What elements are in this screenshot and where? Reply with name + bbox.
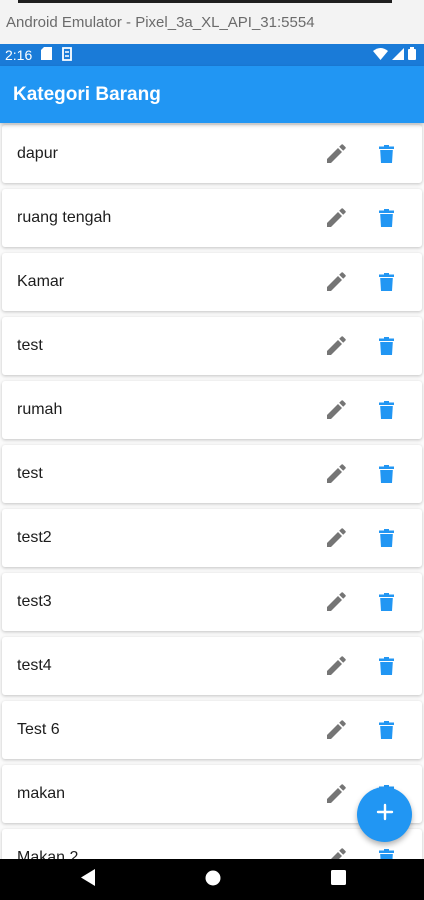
- delete-button[interactable]: [374, 400, 398, 424]
- edit-button[interactable]: [324, 784, 348, 808]
- delete-button[interactable]: [374, 464, 398, 488]
- recents-icon: [330, 870, 346, 890]
- edit-button[interactable]: [324, 592, 348, 616]
- delete-button[interactable]: [374, 720, 398, 744]
- trash-icon: [378, 208, 394, 232]
- list-item[interactable]: ruang tengah: [2, 189, 422, 247]
- app-bar: Kategori Barang: [0, 66, 424, 123]
- pencil-icon: [326, 528, 346, 552]
- delete-button[interactable]: [374, 592, 398, 616]
- pencil-icon: [326, 400, 346, 424]
- pencil-icon: [326, 720, 346, 744]
- plus-icon: [376, 803, 394, 826]
- list-item[interactable]: dapur: [2, 125, 422, 183]
- category-name: rumah: [17, 401, 63, 418]
- pencil-icon: [327, 848, 346, 859]
- edit-button[interactable]: [324, 848, 348, 859]
- nav-home-button[interactable]: [204, 870, 222, 891]
- category-name: test3: [17, 593, 52, 610]
- back-icon: [80, 869, 96, 891]
- emulator-window-title: Android Emulator - Pixel_3a_XL_API_31:55…: [0, 0, 424, 44]
- list-item[interactable]: Test 6: [2, 701, 422, 759]
- trash-icon: [378, 400, 394, 424]
- pencil-icon: [326, 592, 346, 616]
- home-icon: [205, 870, 221, 891]
- delete-button[interactable]: [374, 336, 398, 360]
- page-title: Kategori Barang: [13, 83, 161, 105]
- category-list[interactable]: dapur ruang tengah Kamar test rumah test test2…: [0, 123, 424, 859]
- edit-button[interactable]: [324, 656, 348, 680]
- edit-button[interactable]: [324, 464, 348, 488]
- pencil-icon: [326, 336, 346, 360]
- pencil-icon: [326, 208, 346, 232]
- category-name: ruang tengah: [17, 209, 112, 226]
- edit-button[interactable]: [324, 144, 348, 168]
- pencil-icon: [326, 464, 346, 488]
- trash-icon: [378, 592, 394, 616]
- trash-icon: [378, 272, 394, 296]
- category-name: makan: [17, 785, 66, 802]
- sd-card-icon: [41, 47, 53, 63]
- edit-button[interactable]: [324, 400, 348, 424]
- list-item[interactable]: Makan 2: [2, 829, 422, 859]
- category-name: test: [17, 465, 43, 482]
- delete-button[interactable]: [374, 848, 398, 859]
- add-category-button[interactable]: [357, 787, 412, 842]
- android-nav-bar: [0, 859, 424, 900]
- list-item[interactable]: test2: [2, 509, 422, 567]
- pencil-icon: [326, 656, 346, 680]
- delete-button[interactable]: [374, 144, 398, 168]
- wifi-icon: [373, 47, 388, 63]
- nav-back-button[interactable]: [79, 869, 97, 891]
- window-title-text: Android Emulator - Pixel_3a_XL_API_31:55…: [6, 13, 315, 31]
- edit-button[interactable]: [324, 528, 348, 552]
- list-item[interactable]: test: [2, 445, 422, 503]
- category-name: test: [17, 337, 43, 354]
- trash-icon: [378, 528, 394, 552]
- trash-icon: [378, 720, 394, 744]
- delete-button[interactable]: [374, 272, 398, 296]
- category-name: Test 6: [17, 721, 60, 738]
- list-item[interactable]: test: [2, 317, 422, 375]
- delete-button[interactable]: [374, 656, 398, 680]
- list-item[interactable]: test3: [2, 573, 422, 631]
- category-name: dapur: [17, 145, 58, 162]
- trash-icon: [378, 144, 394, 168]
- category-name: test4: [17, 657, 52, 674]
- trash-icon: [378, 464, 394, 488]
- pencil-icon: [326, 144, 346, 168]
- delete-button[interactable]: [374, 528, 398, 552]
- status-time: 2:16: [5, 47, 33, 63]
- pencil-icon: [326, 784, 346, 808]
- battery-icon: [408, 47, 416, 63]
- list-item[interactable]: test4: [2, 637, 422, 695]
- edit-button[interactable]: [324, 272, 348, 296]
- status-bar: 2:16: [0, 44, 424, 66]
- nav-recents-button[interactable]: [329, 870, 347, 890]
- delete-button[interactable]: [374, 208, 398, 232]
- list-item[interactable]: rumah: [2, 381, 422, 439]
- edit-button[interactable]: [324, 208, 348, 232]
- trash-icon: [378, 848, 394, 859]
- category-name: Kamar: [17, 273, 65, 290]
- sim-icon: [61, 46, 73, 64]
- pencil-icon: [326, 272, 346, 296]
- edit-button[interactable]: [324, 720, 348, 744]
- trash-icon: [378, 656, 394, 680]
- category-name: Makan 2: [17, 849, 79, 859]
- trash-icon: [378, 336, 394, 360]
- list-item[interactable]: Kamar: [2, 253, 422, 311]
- edit-button[interactable]: [324, 336, 348, 360]
- signal-icon: [392, 47, 404, 63]
- category-name: test2: [17, 529, 52, 546]
